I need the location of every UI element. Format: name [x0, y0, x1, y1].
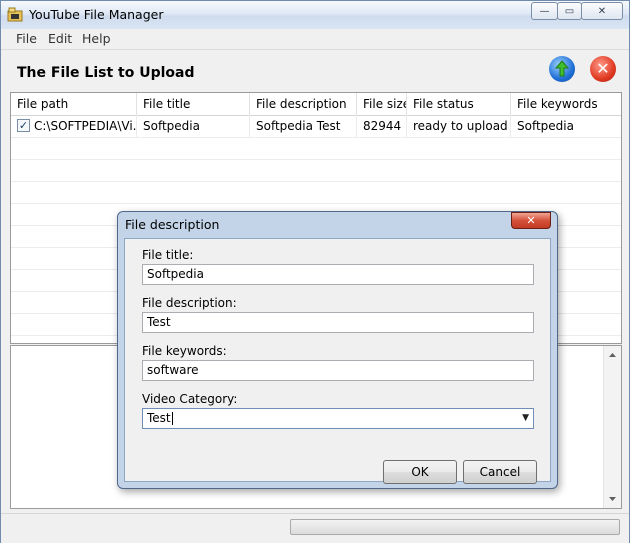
check-icon: ✓: [18, 119, 29, 132]
scroll-up-icon[interactable]: [604, 348, 621, 362]
upload-button[interactable]: [549, 56, 575, 82]
cell-file-title: Softpedia: [137, 115, 250, 137]
folder-video-icon: [7, 7, 23, 22]
close-list-button[interactable]: ✕: [590, 56, 616, 82]
dialog-title: File description: [125, 217, 220, 232]
title-bar[interactable]: YouTube File Manager — ▭ ✕: [1, 1, 629, 30]
cell-file-status: ready to upload: [407, 115, 511, 137]
column-header-file-status[interactable]: File status: [407, 93, 511, 115]
close-icon: ✕: [597, 5, 607, 17]
file-title-label: File title:: [142, 248, 194, 262]
menu-help[interactable]: Help: [82, 31, 111, 46]
menu-bar: File Edit Help: [1, 29, 629, 50]
row-checkbox[interactable]: ✓: [17, 119, 30, 132]
globe-upload-icon: [554, 60, 570, 77]
ok-button[interactable]: OK: [383, 460, 457, 484]
dialog-body: File title: Softpedia File description: …: [124, 238, 551, 484]
file-description-dialog: File description ✕ File title: Softpedia…: [117, 211, 558, 489]
dialog-close-button[interactable]: ✕: [511, 212, 551, 229]
menu-edit[interactable]: Edit: [48, 31, 72, 46]
column-header-file-size[interactable]: File size: [357, 93, 407, 115]
window-title: YouTube File Manager: [29, 7, 164, 22]
cell-file-size: 82944: [357, 115, 407, 137]
file-title-input[interactable]: Softpedia: [142, 264, 534, 285]
scroll-down-icon[interactable]: [604, 492, 621, 506]
status-bar: [1, 513, 629, 543]
window-close-button[interactable]: ✕: [581, 2, 623, 20]
cell-file-keywords: Softpedia: [517, 119, 574, 133]
maximize-button[interactable]: ▭: [557, 2, 582, 20]
empty-row: [11, 181, 621, 204]
header: The File List to Upload ✕: [1, 50, 629, 92]
video-category-value: Test: [147, 411, 171, 425]
table-row[interactable]: C:\SOFTPEDIA\Vi... ✓ Softpedia Softpedia…: [11, 115, 621, 138]
page-title: The File List to Upload: [17, 65, 195, 81]
upload-progress-bar: [290, 519, 620, 535]
column-header-file-keywords[interactable]: File keywords: [511, 93, 621, 115]
column-header-file-description[interactable]: File description: [250, 93, 357, 115]
maximize-icon: ▭: [564, 5, 575, 17]
video-category-label: Video Category:: [142, 392, 238, 406]
column-header-file-path[interactable]: File path: [11, 93, 137, 115]
column-header-file-title[interactable]: File title: [137, 93, 250, 115]
file-description-input[interactable]: Test: [142, 312, 534, 333]
empty-row: [11, 137, 621, 160]
table-header: File path File title File description Fi…: [11, 93, 621, 116]
cancel-button[interactable]: Cancel: [463, 460, 537, 484]
cell-file-description: Softpedia Test: [250, 115, 357, 137]
minimize-button[interactable]: —: [531, 2, 558, 20]
chevron-down-icon[interactable]: ▼: [522, 409, 529, 428]
file-description-label: File description:: [142, 296, 237, 310]
video-category-select[interactable]: Test ▼: [142, 408, 534, 429]
empty-row: [11, 159, 621, 182]
file-keywords-label: File keywords:: [142, 344, 227, 358]
red-x-icon: ✕: [596, 59, 610, 78]
menu-file[interactable]: File: [16, 31, 37, 46]
text-caret: [171, 412, 173, 425]
vertical-scrollbar[interactable]: [603, 346, 621, 508]
file-keywords-input[interactable]: software: [142, 360, 534, 381]
close-icon: ✕: [526, 214, 536, 227]
minimize-icon: —: [539, 5, 550, 17]
